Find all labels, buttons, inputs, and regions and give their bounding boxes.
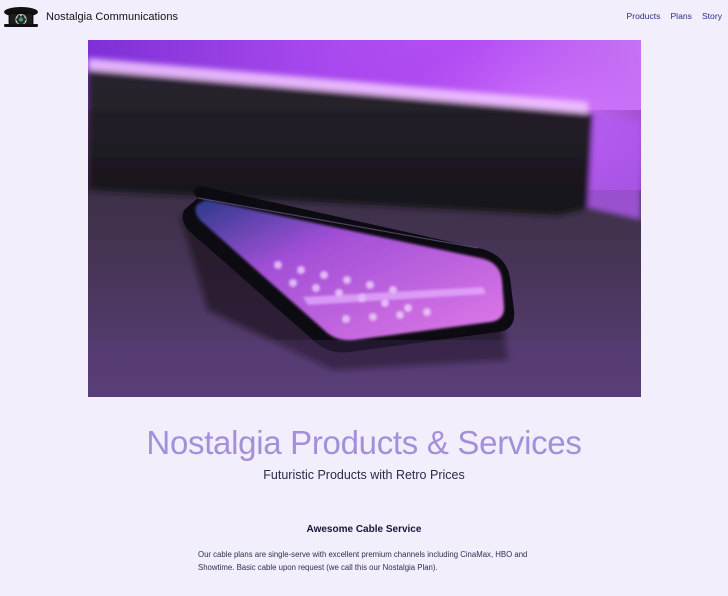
rotary-telephone-icon xyxy=(4,7,38,27)
section-body: Our cable plans are single-serve with ex… xyxy=(198,550,528,572)
nav-link-products[interactable]: Products xyxy=(627,11,661,21)
site-header: Nostalgia Communications Products Plans … xyxy=(0,0,728,34)
main-nav: Products Plans Story xyxy=(627,11,722,21)
page-title: Nostalgia Products & Services xyxy=(146,424,582,461)
smartphone-photo xyxy=(88,40,641,397)
nav-link-plans[interactable]: Plans xyxy=(670,11,692,21)
page-subtitle: Futuristic Products with Retro Prices xyxy=(263,468,465,482)
brand[interactable]: Nostalgia Communications xyxy=(2,5,178,28)
brand-name: Nostalgia Communications xyxy=(46,10,179,23)
hero-image xyxy=(88,40,641,397)
nav-link-story[interactable]: Story xyxy=(702,11,722,21)
section-heading: Awesome Cable Service xyxy=(306,524,422,535)
page: Nostalgia Communications Products Plans … xyxy=(0,0,728,596)
